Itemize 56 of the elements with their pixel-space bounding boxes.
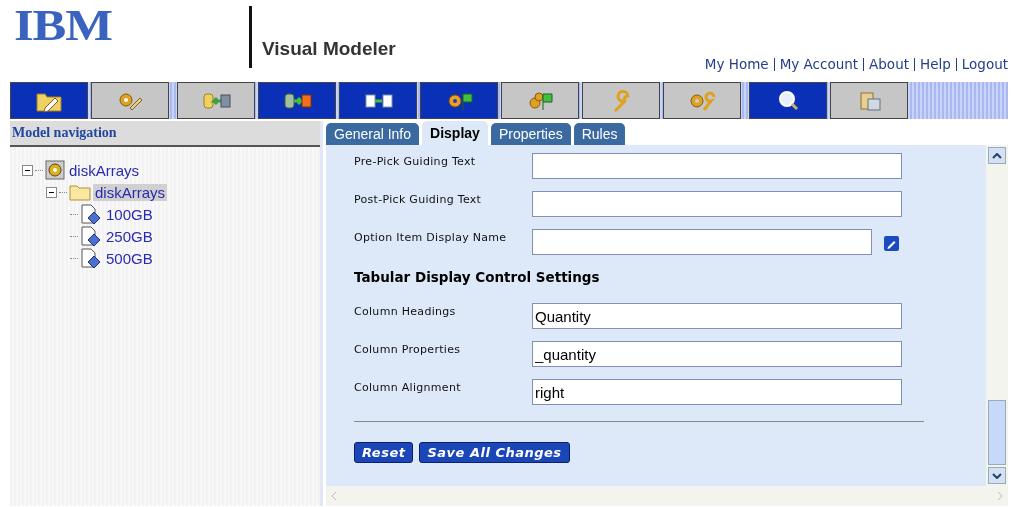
header-link[interactable]: My Account bbox=[779, 56, 859, 72]
logo: IBM bbox=[14, 4, 112, 48]
scroll-up-button[interactable] bbox=[988, 147, 1006, 164]
text-field[interactable]: right bbox=[532, 379, 902, 405]
section-heading: Tabular Display Control Settings bbox=[354, 269, 601, 285]
header-link[interactable]: About bbox=[869, 56, 909, 72]
toolbar-button[interactable] bbox=[420, 82, 498, 119]
toolbar-button[interactable] bbox=[663, 82, 741, 119]
header-link[interactable]: Help bbox=[920, 56, 951, 72]
tree-item[interactable]: 100GB bbox=[104, 205, 155, 223]
text-field[interactable]: Quantity bbox=[532, 303, 902, 329]
app-title: Visual Modeler bbox=[262, 38, 396, 60]
tree-item[interactable]: 500GB bbox=[104, 249, 155, 267]
toolbar-button[interactable] bbox=[91, 82, 169, 119]
toolbar-button[interactable] bbox=[582, 82, 660, 119]
edit-button[interactable] bbox=[884, 236, 899, 251]
action-button[interactable]: Save All Changes bbox=[419, 442, 570, 463]
tab[interactable]: Rules bbox=[573, 123, 626, 145]
tab[interactable]: Properties bbox=[490, 123, 571, 145]
scroll-down-button[interactable] bbox=[988, 467, 1006, 484]
panel-title: Model navigation bbox=[10, 121, 320, 147]
field-label: Post-Pick Guiding Text bbox=[354, 192, 483, 208]
text-field[interactable] bbox=[532, 153, 902, 179]
text-field[interactable] bbox=[532, 229, 872, 255]
tree-item[interactable]: 250GB bbox=[104, 227, 155, 245]
toolbar-button[interactable] bbox=[258, 82, 336, 119]
field-label: Column Headings bbox=[354, 304, 457, 320]
toolbar-button[interactable] bbox=[177, 82, 255, 119]
collapse-toggle[interactable] bbox=[46, 186, 57, 198]
tab[interactable]: General Info bbox=[326, 123, 420, 145]
field-label: Option Item Display Name bbox=[354, 230, 508, 246]
text-field[interactable]: _quantity bbox=[532, 341, 902, 367]
chevron-down-icon bbox=[992, 472, 1002, 479]
folder-icon bbox=[69, 183, 91, 201]
header-link[interactable]: My Home bbox=[704, 56, 769, 72]
toolbar-button[interactable] bbox=[501, 82, 579, 119]
field-label: Column Properties bbox=[354, 342, 462, 358]
document-diamond-icon bbox=[80, 226, 102, 246]
toolbar-button[interactable] bbox=[830, 82, 908, 119]
toolbar-button[interactable] bbox=[10, 82, 88, 119]
gear-icon bbox=[45, 160, 65, 180]
chevron-up-icon bbox=[992, 152, 1002, 159]
collapse-toggle[interactable] bbox=[22, 164, 33, 176]
document-diamond-icon bbox=[80, 204, 102, 224]
tree-item[interactable]: diskArrays bbox=[67, 161, 141, 179]
text-field[interactable] bbox=[532, 191, 902, 217]
tree-item[interactable]: diskArrays bbox=[93, 183, 167, 201]
header-link[interactable]: Logout bbox=[961, 56, 1008, 72]
field-label: Pre-Pick Guiding Text bbox=[354, 154, 477, 170]
toolbar-button[interactable] bbox=[749, 82, 827, 119]
toolbar-button[interactable] bbox=[339, 82, 417, 119]
tab[interactable]: Display bbox=[422, 121, 488, 145]
action-button[interactable]: Reset bbox=[354, 442, 414, 463]
scroll-thumb[interactable] bbox=[988, 400, 1006, 465]
document-diamond-icon bbox=[80, 248, 102, 268]
field-label: Column Alignment bbox=[354, 380, 462, 396]
